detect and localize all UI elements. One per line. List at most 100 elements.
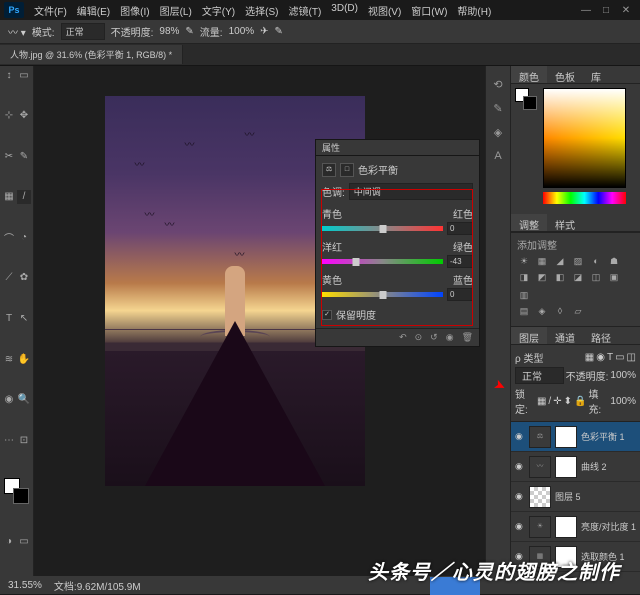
layer-row[interactable]: ◉ ⚖ 色彩平衡 1	[511, 422, 640, 452]
tab-adjust[interactable]: 调整	[511, 214, 547, 231]
hand-tool[interactable]: ✋	[17, 352, 31, 366]
menu-layer[interactable]: 图层(L)	[156, 1, 196, 20]
airbrush-icon[interactable]: ✈	[260, 26, 268, 37]
layer-fill[interactable]: 100%	[610, 396, 636, 407]
menu-3d[interactable]: 3D(D)	[327, 1, 362, 20]
lock-all[interactable]: 🔒	[574, 396, 586, 407]
layer-mask-thumb[interactable]	[555, 456, 577, 478]
menu-window[interactable]: 窗口(W)	[407, 1, 451, 20]
menu-type[interactable]: 文字(Y)	[198, 1, 239, 20]
stamp-tool[interactable]: ⌒	[2, 230, 16, 244]
wand-tool[interactable]: ✥	[17, 109, 31, 123]
filter-adj[interactable]: ◉	[596, 352, 605, 363]
lock-pos[interactable]: ✛	[553, 396, 561, 407]
filter-smart[interactable]: ◫	[627, 352, 636, 363]
char-icon[interactable]: A	[486, 144, 510, 168]
layer-opacity[interactable]: 100%	[610, 370, 636, 381]
menu-file[interactable]: 文件(F)	[30, 1, 71, 20]
clone-icon[interactable]: ◈	[486, 120, 510, 144]
lasso-tool[interactable]: ⊹	[2, 109, 16, 123]
marquee-tool[interactable]: ▭	[17, 68, 31, 82]
adj-selcol[interactable]: ◈	[535, 306, 549, 320]
filter-shape[interactable]: ▭	[615, 352, 624, 363]
menu-select[interactable]: 选择(S)	[241, 1, 282, 20]
slider-value[interactable]: -43	[447, 255, 473, 268]
more-tool[interactable]: ⋯	[2, 433, 16, 447]
layer-adj-thumb[interactable]: ⚖	[529, 426, 551, 448]
gradient-tool[interactable]: ✿	[17, 271, 31, 285]
zoom-tool[interactable]: 🔍	[17, 393, 31, 407]
pressure-opacity-icon[interactable]: ✎	[185, 26, 193, 37]
layer-adj-thumb[interactable]: ☀	[529, 516, 551, 538]
menu-filter[interactable]: 滤镜(T)	[285, 1, 326, 20]
maximize-button[interactable]: □	[600, 5, 612, 16]
visibility-toggle[interactable]: ◉	[515, 521, 525, 532]
properties-tab[interactable]: 属性	[316, 140, 479, 156]
view-prev-icon[interactable]: ⊙	[415, 332, 423, 343]
tone-select[interactable]: 中间调	[349, 183, 473, 200]
blend-mode[interactable]: 正常	[515, 367, 564, 384]
slider-track[interactable]	[322, 257, 443, 267]
opacity-value[interactable]: 98%	[159, 26, 179, 37]
layer-name[interactable]: 色彩平衡 1	[581, 430, 625, 443]
adj-thresh[interactable]: ▥	[517, 290, 531, 304]
visibility-toggle[interactable]: ◉	[515, 491, 525, 502]
filter-pixel[interactable]: ▦	[585, 352, 594, 363]
rotate-tool[interactable]: ◉	[2, 393, 16, 407]
brushes-icon[interactable]: ✎	[486, 96, 510, 120]
adj-exposure[interactable]: ▨	[571, 256, 585, 270]
adj-lut[interactable]: ◪	[571, 272, 585, 286]
layer-thumb[interactable]	[529, 486, 551, 508]
visibility-toggle[interactable]: ◉	[515, 461, 525, 472]
adj-hue[interactable]: ☗	[607, 256, 621, 270]
tab-swatch[interactable]: 色板	[547, 66, 583, 83]
slider-value[interactable]: 0	[447, 288, 473, 301]
tab-layers[interactable]: 图层	[511, 327, 547, 344]
visibility-toggle[interactable]: ◉	[515, 431, 525, 442]
history-icon[interactable]: ⟲	[486, 72, 510, 96]
tab-channels[interactable]: 通道	[547, 327, 583, 344]
heal-tool[interactable]: ▦	[2, 190, 16, 204]
slider-track[interactable]	[322, 290, 443, 300]
brush-preset-icon[interactable]: 〰 ▾	[8, 24, 26, 39]
close-button[interactable]: ✕	[620, 5, 632, 16]
eyedropper-tool[interactable]: ✎	[17, 149, 31, 163]
adj-more2[interactable]: ▱	[571, 306, 585, 320]
menu-image[interactable]: 图像(I)	[116, 1, 153, 20]
minimize-button[interactable]: —	[580, 5, 592, 16]
tab-color[interactable]: 颜色	[511, 66, 547, 83]
layer-row[interactable]: ◉ ☀ 亮度/对比度 1	[511, 512, 640, 542]
adj-bw[interactable]: ◨	[517, 272, 531, 286]
adj-photo[interactable]: ◩	[535, 272, 549, 286]
history-brush-tool[interactable]: ◔	[17, 230, 31, 244]
adj-more1[interactable]: ◊	[553, 306, 567, 320]
layer-adj-thumb[interactable]: 〰	[529, 456, 551, 478]
mode-select[interactable]: 正常	[61, 23, 105, 40]
mask-icon[interactable]: □	[340, 163, 354, 177]
lock-pixel[interactable]: /	[548, 396, 551, 407]
filter-type[interactable]: T	[607, 352, 613, 363]
type-tool[interactable]: T	[2, 311, 16, 325]
menu-edit[interactable]: 编辑(E)	[73, 1, 114, 20]
visibility-icon[interactable]: ◉	[446, 332, 454, 343]
adj-levels[interactable]: ▦	[535, 256, 549, 270]
layer-name[interactable]: 亮度/对比度 1	[581, 520, 636, 533]
slider-value[interactable]: 0	[447, 222, 473, 235]
tab-lib[interactable]: 库	[583, 66, 609, 83]
pressure-size-icon[interactable]: ✎	[275, 26, 283, 37]
path-tool[interactable]: ↖	[17, 311, 31, 325]
tab-paths[interactable]: 路径	[583, 327, 619, 344]
preserve-checkbox[interactable]: ✓	[322, 310, 332, 320]
layer-row[interactable]: ◉ 〰 曲线 2	[511, 452, 640, 482]
layer-name[interactable]: 曲线 2	[581, 460, 607, 473]
layer-row[interactable]: ◉ 图层 5	[511, 482, 640, 512]
reset-icon[interactable]: ↺	[430, 332, 438, 343]
edit-toolbar[interactable]: ⊡	[17, 433, 31, 447]
crop-tool[interactable]: ✂	[2, 149, 16, 163]
lock-trans[interactable]: ▦	[537, 396, 546, 407]
adj-mixer[interactable]: ◧	[553, 272, 567, 286]
clip-icon[interactable]: ↶	[399, 332, 407, 343]
adjustment-icon[interactable]: ⚖	[322, 163, 336, 177]
doc-tab[interactable]: 人物.jpg @ 31.6% (色彩平衡 1, RGB/8) *	[0, 45, 183, 64]
layer-name[interactable]: 图层 5	[555, 490, 581, 503]
